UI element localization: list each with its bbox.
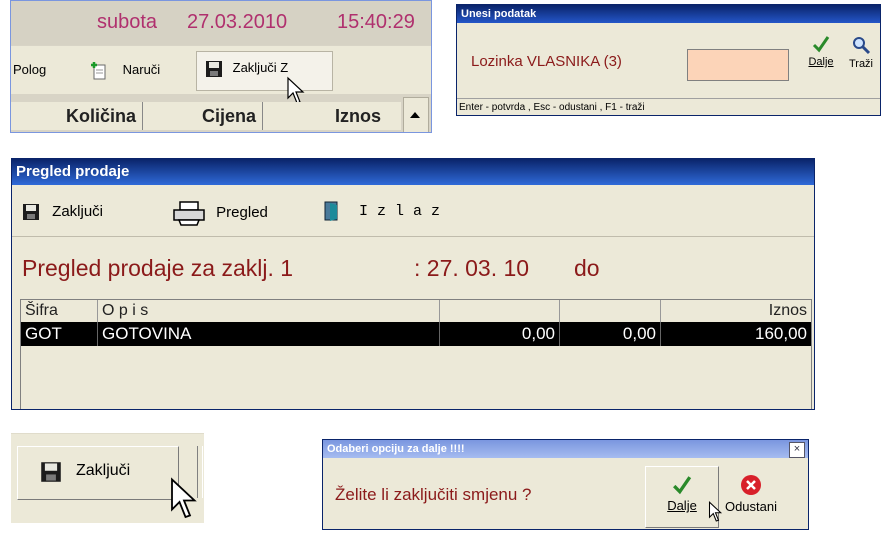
zakljuci-z-label: Zaključi Z — [232, 60, 289, 76]
izlaz-button[interactable]: I z l a z — [322, 200, 440, 224]
mouse-cursor-icon — [171, 477, 197, 519]
save-disk-icon — [206, 61, 222, 77]
checkmark-icon — [812, 36, 830, 53]
cell-value-2: 0,00 — [560, 322, 661, 346]
pos-toolbar: Polog Naruči Zaključi Z — [11, 46, 431, 104]
cancel-icon — [741, 475, 761, 495]
save-disk-icon — [41, 462, 61, 482]
zakljuci-zoom-label: Zaključi — [76, 462, 131, 479]
cell-value-1: 0,00 — [440, 322, 560, 346]
pos-toolbar-panel: subota 27.03.2010 15:40:29 Polog Naruči … — [10, 0, 432, 133]
grid-header: Šifra O p i s Iznos — [21, 300, 811, 322]
polog-button[interactable]: Polog — [13, 60, 46, 80]
header-col3 — [440, 300, 560, 322]
odaberi-opciju-dialog: Odaberi opciju za dalje !!!! × Želite li… — [322, 439, 809, 530]
column-kolicina: Količina — [11, 102, 143, 130]
pregled-prodaje-window: Pregled prodaje Zaključi Pregled I z l a… — [11, 158, 815, 410]
password-input[interactable] — [687, 49, 789, 81]
header-opis: O p i s — [98, 300, 440, 322]
report-date: : 27. 03. 10 — [414, 255, 530, 281]
report-heading: Pregled prodaje za zaklj. 1 — [22, 255, 294, 281]
mouse-cursor-icon — [708, 501, 723, 522]
window-title: Pregled prodaje — [12, 159, 814, 185]
odustani-label: Odustani — [724, 499, 778, 514]
cell-opis: GOTOVINA — [98, 322, 440, 346]
dialog-title: Odaberi opciju za dalje !!!! — [323, 440, 808, 458]
table-row[interactable]: GOT GOTOVINA 0,00 0,00 160,00 — [21, 322, 811, 346]
report-do-label: do — [574, 255, 600, 281]
checkmark-icon — [673, 476, 692, 495]
header-col4 — [560, 300, 661, 322]
time-label: 15:40:29 — [337, 11, 415, 33]
date-label: 27.03.2010 — [187, 11, 288, 33]
column-cijena: Cijena — [136, 102, 263, 130]
search-icon — [853, 37, 871, 55]
items-table-header: Količina Cijena Iznos — [11, 102, 401, 130]
add-document-icon — [91, 61, 106, 80]
dalje-button[interactable]: Dalje — [801, 35, 841, 68]
cell-iznos: 160,00 — [755, 324, 807, 343]
close-button[interactable]: × — [789, 442, 805, 458]
izlaz-label: I z l a z — [359, 203, 441, 220]
header-sifra: Šifra — [21, 300, 98, 322]
save-disk-icon — [23, 204, 39, 221]
scrollbar-up-button[interactable] — [403, 97, 429, 132]
column-iznos: Iznos — [334, 106, 381, 126]
zakljuci-button-zoom[interactable]: Zaključi — [17, 446, 179, 500]
confirm-question: Želite li zaključiti smjenu ? — [335, 485, 532, 504]
pregled-toolbar: Zaključi Pregled I z l a z — [12, 186, 814, 237]
exit-door-icon — [324, 201, 338, 222]
dalje-label: Dalje — [808, 56, 834, 68]
unesi-podatak-dialog: Unesi podatak Lozinka VLASNIKA (3) Dalje… — [456, 4, 881, 116]
cell-sifra: GOT — [21, 322, 98, 346]
pregled-button[interactable]: Pregled — [172, 200, 268, 226]
dalje-label: Dalje — [667, 498, 697, 513]
zakljuci-button[interactable]: Zaključi — [22, 200, 103, 224]
naruci-label: Naruči — [122, 62, 161, 77]
header-iznos: Iznos — [768, 302, 807, 319]
arrow-up-icon — [410, 112, 420, 118]
password-label: Lozinka VLASNIKA (3) — [471, 53, 622, 70]
pregled-label: Pregled — [216, 203, 268, 221]
printer-icon — [173, 201, 205, 226]
dialog-title: Unesi podatak — [457, 5, 880, 23]
day-label: subota — [97, 11, 158, 33]
naruci-button[interactable]: Naruči — [89, 60, 160, 80]
trazi-button[interactable]: Traži — [841, 35, 880, 70]
trazi-label: Traži — [848, 58, 874, 70]
zakljuci-label: Zaključi — [52, 203, 104, 220]
date-time-bar: subota 27.03.2010 15:40:29 — [11, 1, 431, 45]
zakljuci-zoom-panel: Zaključi — [11, 433, 204, 523]
zakljuci-z-button[interactable]: Zaključi Z — [196, 51, 333, 91]
status-bar: Enter - potvrda , Esc - odustani , F1 - … — [457, 98, 880, 115]
sales-grid: Šifra O p i s Iznos GOT GOTOVINA 0,00 0,… — [20, 299, 812, 409]
